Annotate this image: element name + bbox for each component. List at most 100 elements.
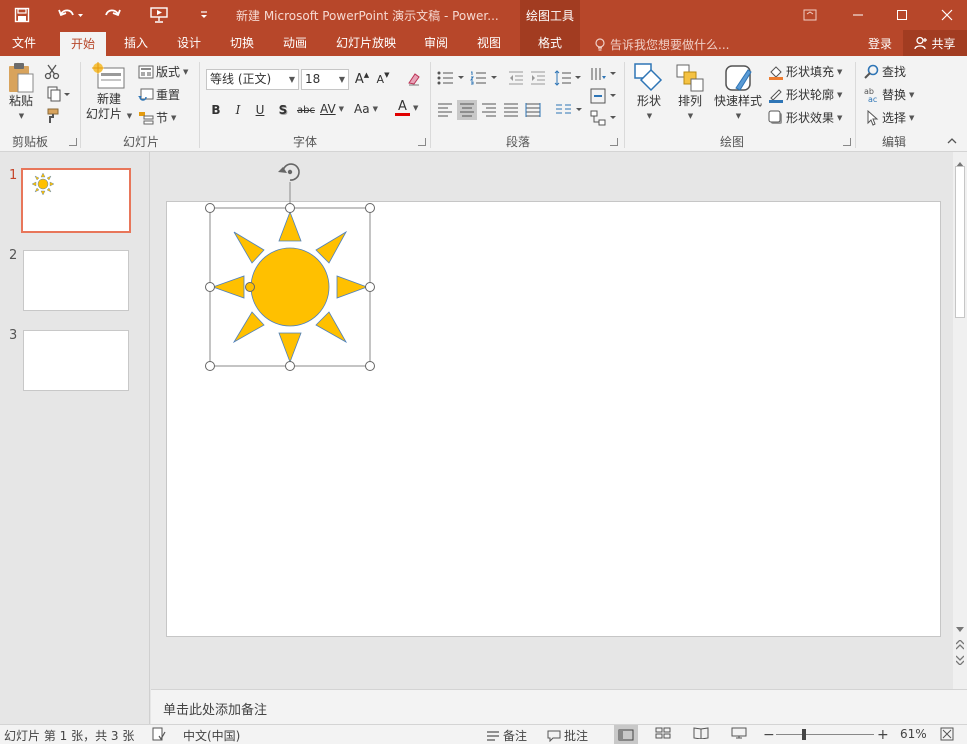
clear-formatting-icon[interactable]	[404, 69, 424, 89]
zoom-in-icon[interactable]: +	[877, 727, 889, 743]
zoom-slider-thumb[interactable]	[802, 729, 806, 740]
reset-button[interactable]: 重置	[138, 86, 180, 103]
drawing-launcher[interactable]	[843, 138, 851, 146]
quick-styles-button[interactable]: 快速样式 ▼	[712, 62, 764, 124]
numbering-icon[interactable]	[470, 68, 498, 88]
collapse-ribbon-icon[interactable]	[944, 134, 960, 148]
start-slideshow-icon[interactable]	[146, 0, 172, 30]
fit-to-window-icon[interactable]	[940, 727, 954, 741]
tab-review[interactable]: 审阅	[414, 30, 458, 56]
underline-button[interactable]: U	[251, 100, 269, 120]
italic-button[interactable]: I	[229, 100, 247, 120]
copy-icon[interactable]	[42, 84, 74, 104]
spell-check-icon[interactable]	[152, 727, 166, 741]
close-icon[interactable]	[927, 0, 967, 30]
columns-icon[interactable]	[555, 100, 583, 120]
replace-label: 替换	[882, 88, 907, 102]
shape-fill-button[interactable]: 形状填充 ▼	[768, 63, 842, 80]
slide-thumbnail-1[interactable]	[21, 168, 131, 233]
tab-format[interactable]: 格式	[520, 30, 580, 56]
customize-toolbar-icon[interactable]	[196, 0, 212, 30]
shapes-button[interactable]: 形状 ▼	[632, 62, 666, 124]
change-case-button[interactable]: Aa ▼	[354, 102, 378, 116]
replace-button[interactable]: ab ac 替换 ▼	[864, 86, 914, 103]
distributed-icon[interactable]	[523, 100, 543, 120]
scroll-thumb[interactable]	[955, 166, 965, 318]
justify-icon[interactable]	[501, 100, 521, 120]
line-spacing-icon[interactable]	[554, 68, 582, 88]
maximize-icon[interactable]	[882, 0, 922, 30]
clipboard-launcher[interactable]	[69, 138, 77, 146]
layout-button[interactable]: 版式 ▼	[138, 63, 188, 80]
notes-toggle[interactable]: 备注	[486, 727, 527, 744]
paragraph-launcher[interactable]	[610, 138, 618, 146]
cut-icon[interactable]	[42, 62, 62, 82]
sun-shape[interactable]	[195, 155, 395, 385]
increase-font-size-icon[interactable]: A ▲	[354, 70, 370, 88]
character-spacing-button[interactable]: AV ▼	[320, 102, 344, 116]
paste-button[interactable]: 粘贴 ▼	[6, 62, 36, 124]
redo-icon[interactable]	[100, 0, 126, 30]
login-link[interactable]: 登录	[868, 35, 892, 52]
zoom-slider[interactable]	[776, 734, 874, 735]
ribbon-display-icon[interactable]	[790, 0, 830, 30]
share-button[interactable]: 共享	[903, 30, 967, 56]
slideshow-view-icon[interactable]	[731, 727, 747, 739]
bullets-icon[interactable]	[437, 68, 465, 88]
convert-smartart-icon[interactable]	[590, 108, 616, 128]
font-size-select[interactable]: 18 ▼	[301, 69, 349, 90]
zoom-level[interactable]: 61%	[900, 727, 927, 741]
undo-icon[interactable]	[52, 0, 88, 30]
tab-home[interactable]: 开始	[60, 32, 106, 56]
select-button[interactable]: 选择 ▼	[864, 109, 914, 126]
font-group-label: 字体	[292, 135, 317, 149]
text-direction-icon[interactable]	[590, 64, 616, 84]
tab-slideshow[interactable]: 幻灯片放映	[328, 30, 404, 56]
language-indicator[interactable]: 中文(中国)	[183, 727, 240, 744]
shape-effects-button[interactable]: 形状效果 ▼	[768, 109, 842, 126]
tab-view[interactable]: 视图	[467, 30, 511, 56]
shadow-button[interactable]: S	[274, 100, 292, 120]
comments-toggle[interactable]: 批注	[547, 727, 588, 744]
shape-outline-button[interactable]: 形状轮廓 ▼	[768, 86, 842, 103]
tab-insert[interactable]: 插入	[114, 30, 158, 56]
rotate-handle-icon[interactable]	[278, 163, 300, 181]
section-button[interactable]: 节 ▼	[138, 109, 176, 126]
normal-view-icon[interactable]	[614, 725, 638, 744]
slide-thumbnail-2[interactable]	[23, 250, 129, 311]
decrease-font-size-icon[interactable]: A ▼	[375, 70, 391, 88]
scroll-down-icon[interactable]	[956, 622, 964, 636]
format-painter-icon[interactable]	[42, 106, 62, 126]
new-slide-button[interactable]: 新建 幻灯片 ▼	[84, 62, 134, 124]
arrange-button[interactable]: 排列 ▼	[673, 62, 707, 124]
previous-slide-icon[interactable]	[955, 639, 965, 653]
minimize-icon[interactable]	[838, 0, 878, 30]
next-slide-icon[interactable]	[955, 654, 965, 668]
strikethrough-button[interactable]: abc	[296, 100, 316, 120]
zoom-out-icon[interactable]: −	[763, 727, 775, 743]
font-color-button[interactable]: A ▼	[395, 100, 418, 116]
font-name-select[interactable]: 等线 (正文) ▼	[206, 69, 299, 90]
tab-design[interactable]: 设计	[167, 30, 211, 56]
font-launcher[interactable]	[418, 138, 426, 146]
align-center-icon[interactable]	[457, 100, 477, 120]
vertical-scrollbar[interactable]	[953, 152, 967, 689]
tab-animations[interactable]: 动画	[273, 30, 317, 56]
align-left-icon[interactable]	[435, 100, 455, 120]
reading-view-icon[interactable]	[693, 727, 709, 739]
thumbnail-number: 3	[9, 328, 18, 343]
save-icon[interactable]	[8, 0, 36, 30]
align-text-icon[interactable]	[590, 86, 616, 106]
slide-sorter-icon[interactable]	[655, 727, 671, 739]
notes-pane[interactable]: 单击此处添加备注	[151, 689, 967, 724]
tab-transitions[interactable]: 切换	[220, 30, 264, 56]
increase-indent-icon[interactable]	[528, 68, 548, 88]
adjust-handle[interactable]	[245, 282, 255, 292]
tell-me-search[interactable]: 告诉我您想要做什么...	[594, 36, 729, 53]
decrease-indent-icon[interactable]	[506, 68, 526, 88]
find-button[interactable]: 查找	[864, 63, 906, 80]
tab-file[interactable]: 文件	[0, 30, 48, 56]
align-right-icon[interactable]	[479, 100, 499, 120]
bold-button[interactable]: B	[207, 100, 225, 120]
slide-thumbnail-3[interactable]	[23, 330, 129, 391]
